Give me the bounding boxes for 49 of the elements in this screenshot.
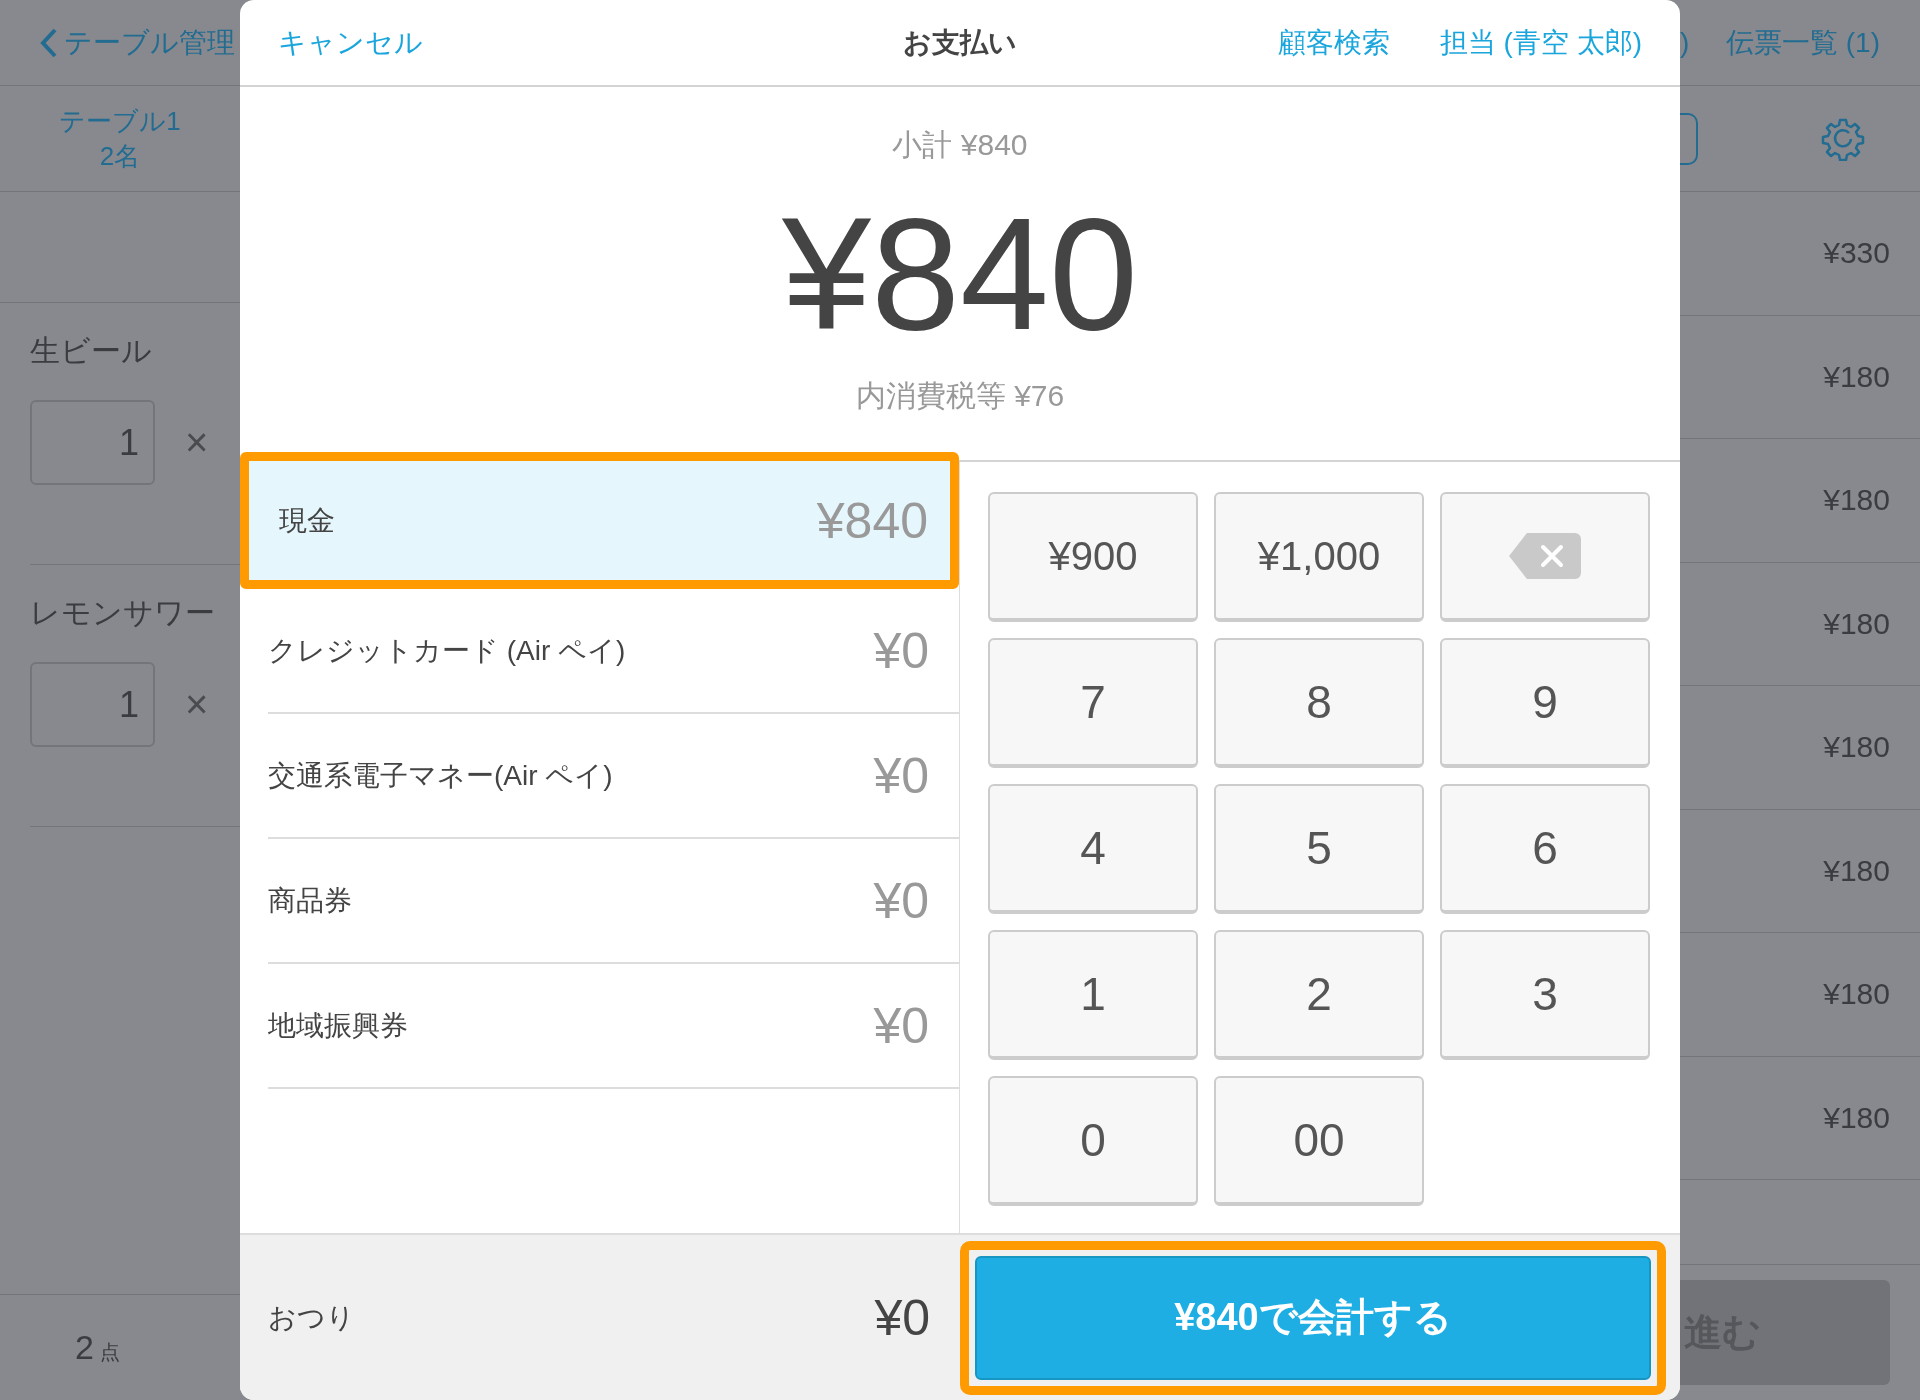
backspace-key[interactable]	[1440, 492, 1650, 622]
payment-method-label: クレジットカード (Air ペイ)	[268, 633, 626, 668]
digit-key[interactable]: 8	[1214, 638, 1424, 768]
payment-method-label: 地域振興券	[268, 1008, 408, 1043]
total-amount: ¥840	[782, 194, 1138, 354]
digit-key[interactable]: 0	[988, 1076, 1198, 1206]
item-price: ¥180	[1823, 483, 1890, 518]
amount-key[interactable]: ¥900	[988, 492, 1198, 622]
digit-key[interactable]: 5	[1214, 784, 1424, 914]
payment-method-label: 現金	[279, 503, 335, 538]
amount-key[interactable]: ¥1,000	[1214, 492, 1424, 622]
tax-amount: 内消費税等 ¥76	[855, 378, 1065, 414]
digit-key[interactable]: 2	[1214, 930, 1424, 1060]
payment-method-row[interactable]: 現金 ¥840	[240, 452, 959, 589]
item-count: 2	[75, 1328, 94, 1367]
change-label: おつり	[268, 1300, 355, 1335]
item-price: ¥180	[1823, 977, 1890, 1012]
table-name: テーブル1	[59, 104, 181, 138]
payment-method-label: 商品券	[268, 883, 352, 918]
item-price: ¥180	[1823, 1100, 1890, 1135]
dialog-title: お支払い	[903, 25, 1017, 60]
digit-key[interactable]: 9	[1440, 638, 1650, 768]
payment-amount: ¥840	[816, 491, 928, 550]
backspace-icon	[1509, 533, 1581, 579]
change-amount: ¥0	[874, 1288, 930, 1347]
item-name: 生ビール	[30, 333, 153, 369]
guest-count: 2名	[99, 139, 141, 173]
payment-amount: ¥0	[873, 621, 929, 680]
digit-key[interactable]: 7	[988, 638, 1198, 768]
count-unit: 点	[99, 1340, 120, 1365]
digit-key[interactable]: 00	[1214, 1076, 1424, 1206]
payment-amount: ¥0	[873, 746, 929, 805]
back-chevron-icon	[40, 26, 58, 59]
subtotal: 小計 ¥840	[892, 127, 1028, 163]
search-field-edge[interactable]	[1680, 112, 1698, 165]
payment-method-label: 交通系電子マネー(Air ペイ)	[268, 758, 613, 793]
item-price: ¥330	[1823, 236, 1890, 271]
settings-icon[interactable]	[1821, 116, 1865, 161]
item-name: レモンサワー	[30, 595, 216, 631]
payment-amount: ¥0	[873, 996, 929, 1055]
item-price: ¥180	[1823, 853, 1890, 888]
payment-amount: ¥0	[873, 871, 929, 930]
digit-key[interactable]: 6	[1440, 784, 1650, 914]
digit-key[interactable]: 1	[988, 930, 1198, 1060]
digit-key[interactable]: 4	[988, 784, 1198, 914]
item-price: ¥180	[1823, 359, 1890, 394]
item-price: ¥180	[1823, 606, 1890, 641]
digit-key[interactable]: 3	[1440, 930, 1650, 1060]
item-price: ¥180	[1823, 730, 1890, 765]
